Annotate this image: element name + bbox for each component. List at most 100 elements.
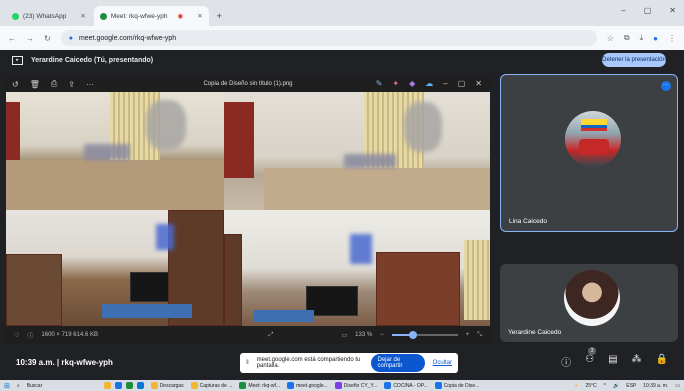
tray-chevron-icon[interactable]: ^ [604,383,606,389]
taskbar-app-label: meet.google... [296,382,328,389]
close-tab-icon[interactable]: ✕ [197,12,202,20]
stop-presenting-button[interactable]: Detener la presentación [602,53,666,67]
download-icon[interactable]: ⤓ [640,33,644,43]
share-banner-icon: ⦀ [246,359,249,366]
store-icon[interactable] [136,382,144,389]
url-field[interactable]: ● meet.google.com/rkq-wfwe-yph [60,30,597,46]
notification-icon[interactable]: ▭ [675,383,680,389]
viewer-window-controls: ✎ ✦ ◆ ☁ – ▢ ✕ [376,79,482,88]
activities-icon[interactable]: ⁂ [632,354,642,369]
taskbar-search[interactable]: Buscar [27,383,97,389]
maximize-icon[interactable]: ▢ [458,79,466,88]
edge-icon[interactable] [114,382,122,389]
avatar-lina [565,111,621,167]
info-icon[interactable]: ⓘ [27,331,33,340]
zoom-knob[interactable] [408,331,417,339]
participant-tile-lina[interactable]: ··· Lina Caicedo [500,74,678,232]
url-text: meet.google.com/rkq-wfwe-yph [78,34,177,42]
weather-icon[interactable]: ☀ [574,383,578,389]
meeting-details-icon[interactable]: ⓘ [561,354,571,369]
stop-sharing-button[interactable]: Dejar de compartir [371,354,425,372]
minimize-icon[interactable]: – [443,79,447,88]
taskbar-clock[interactable]: 10:39 a. m. [643,383,668,389]
fit-icon[interactable]: ⤢ [269,332,274,339]
taskbar-app-5[interactable]: COCINA - OP... [384,382,428,389]
share-banner-text: meet.google.com está compartiendo tu pan… [256,357,361,369]
taskbar-app-1[interactable]: Capturas de ... [190,382,232,389]
folder-icon [150,382,158,389]
speaker-icon[interactable]: 🔊 [613,383,619,389]
effects-icon[interactable]: ✦ [392,79,399,88]
zoom-out-icon[interactable]: − [380,332,384,338]
browser-tab-strip: (23) WhatsApp ✕ Meet: rkq-wfwe-yph ◉ ✕ +… [0,0,684,26]
taskbar-app-label: Copia de Dise... [443,382,480,389]
zoom-slider[interactable] [391,331,458,339]
zoom-level[interactable]: 133 % [355,332,372,338]
taskbar-app-2[interactable]: Meet: rkq-wf... [239,382,280,389]
cloud-icon[interactable]: ☁ [425,79,433,88]
taskbar-app-3[interactable]: meet.google... [287,382,328,389]
tab-label: Meet: rkq-wfwe-yph [110,12,168,20]
favorite-icon[interactable]: ♡ [14,332,19,339]
photos-icon [434,382,442,389]
image-viewer-statusbar: ♡ ⓘ 1600 × 719 614.6 KB ⤢ ▭ 133 % − + ⤡ [6,326,490,344]
host-controls-icon[interactable]: 🔒 [656,354,668,369]
weather-temp[interactable]: 25°C [585,383,596,389]
tab-whatsapp[interactable]: (23) WhatsApp ✕ [6,6,92,26]
new-tab-button[interactable]: + [217,11,222,21]
meet-side-controls: ⓘ ⚇ 3 ▤ ⁂ 🔒 [561,347,668,369]
menu-kebab-icon[interactable]: ⋮ [668,34,676,43]
people-icon[interactable]: ⚇ 3 [585,347,597,369]
hide-banner-link[interactable]: Ocultar [433,360,452,366]
close-window-icon[interactable]: ✕ [669,6,676,15]
file-explorer-icon[interactable] [103,382,111,389]
chrome-icon [384,382,392,389]
chrome-icon [287,382,295,389]
language-indicator[interactable]: ESP [626,383,636,389]
search-icon[interactable]: ⌕ [17,383,20,389]
edit-icon[interactable]: ✎ [376,79,383,88]
more-options-icon[interactable]: ··· [661,81,671,91]
participant-name: Yerardine Caicedo [508,329,562,336]
photo-bedroom-2 [224,92,490,210]
taskbar-app-6[interactable]: Copia de Dise... [434,382,480,389]
meet-icon [99,12,107,20]
maximize-icon[interactable]: ▢ [644,6,652,15]
tab-label: (23) WhatsApp [23,12,67,20]
image-info: 1600 × 719 614.6 KB [41,332,98,338]
screen-share-banner: ⦀ meet.google.com está compartiendo tu p… [240,353,458,373]
taskbar-app-0[interactable]: Descargas [150,382,184,389]
meet-stage: ▸ Yerardine Caicedo (Tú, presentando) De… [0,50,684,344]
reload-icon[interactable]: ↻ [44,34,51,43]
participant-count-badge: 3 [588,347,597,355]
chrome-icon [239,382,247,389]
windows-start-icon[interactable]: ⊞ [4,382,10,390]
folder-icon [190,382,198,389]
draw-icon[interactable]: ◆ [409,79,415,88]
chat-icon[interactable]: ▤ [608,354,617,369]
photo-room-wardrobe-2 [224,210,490,326]
participant-tile-yerardine[interactable]: Yerardine Caicedo [500,264,678,342]
chrome-icon[interactable] [125,382,133,389]
present-screen-icon: ▸ [12,55,23,65]
expand-icon[interactable]: ⤡ [477,332,482,339]
bookmark-star-icon[interactable]: ☆ [607,34,614,43]
close-tab-icon[interactable]: ✕ [80,12,85,20]
close-icon[interactable]: ✕ [475,79,482,88]
taskbar-app-4[interactable]: Diseño CY_Y... [334,382,377,389]
photo-room-wardrobe-1 [6,210,224,326]
zoom-in-icon[interactable]: + [466,332,470,338]
minimize-icon[interactable]: – [621,6,625,15]
site-info-icon[interactable]: ● [69,35,73,42]
fullscreen-icon[interactable]: ▭ [341,332,347,339]
taskbar-app-label: Meet: rkq-wf... [248,382,281,389]
address-bar: ← → ↻ ● meet.google.com/rkq-wfwe-yph ☆ ⧉… [0,26,684,50]
back-icon[interactable]: ← [8,34,16,43]
extensions-icon[interactable]: ⧉ [624,33,630,43]
tab-meet[interactable]: Meet: rkq-wfwe-yph ◉ ✕ [93,6,209,26]
profile-icon[interactable]: ● [653,34,658,43]
forward-icon[interactable]: → [26,34,34,43]
photo-bedroom-1 [6,92,224,210]
participant-name: Lina Caicedo [509,218,547,225]
presenting-label: Yerardine Caicedo (Tú, presentando) [31,56,154,64]
